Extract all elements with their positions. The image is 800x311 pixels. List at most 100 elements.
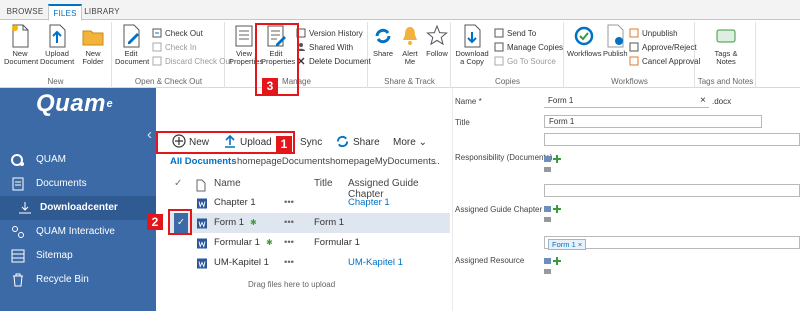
- tab-library[interactable]: LIBRARY: [84, 4, 120, 21]
- check-out-button[interactable]: Check Out: [152, 28, 203, 40]
- nav-item-downloadcenter[interactable]: Downloadcenter: [0, 196, 156, 220]
- check-in-button[interactable]: Check In: [152, 42, 197, 54]
- send-to-button[interactable]: Send To: [494, 28, 536, 40]
- new-document-button[interactable]: New Document: [4, 24, 38, 66]
- quam-icon: [11, 154, 24, 166]
- assigned-guide-input[interactable]: [544, 184, 800, 197]
- publish-label: Publish: [603, 49, 628, 58]
- send-to-label: Send To: [507, 29, 537, 38]
- ribbon-group-copies: Download a Copy Send To Manage Copies Go…: [452, 22, 564, 88]
- table-row[interactable]: Formular 1 ✱ ••• Formular 1: [170, 233, 450, 253]
- nav-label-documents: Documents: [36, 178, 87, 189]
- row-name[interactable]: Form 1: [214, 213, 244, 233]
- column-header-title[interactable]: Title: [314, 178, 333, 189]
- nav-label-downloadcenter: Downloadcenter: [40, 202, 118, 213]
- left-nav: Quamᵉ ‹ QUAM Documents Downloadcenter QU…: [0, 88, 156, 311]
- shared-with-label: Shared With: [309, 43, 354, 52]
- people-picker-icons[interactable]: [543, 153, 569, 175]
- row-chapter-link[interactable]: Chapter 1: [348, 193, 390, 213]
- delete-document-button[interactable]: Delete Document: [296, 56, 371, 68]
- sync-command-label: Sync: [300, 137, 323, 148]
- nav-item-recycle-bin[interactable]: Recycle Bin: [0, 268, 156, 292]
- title-field[interactable]: Form 1: [544, 115, 762, 128]
- tab-browse[interactable]: BROWSE: [4, 4, 46, 21]
- unpublish-icon: [629, 28, 639, 38]
- view-homepage-documents[interactable]: homepageDocuments: [237, 156, 330, 167]
- alert-me-button[interactable]: Alert Me: [397, 24, 423, 66]
- table-row-selected[interactable]: ✓ Form 1 ✱ ••• Form 1: [170, 213, 450, 233]
- more-command-label: More: [393, 137, 416, 148]
- column-header-name[interactable]: Name: [214, 178, 241, 189]
- title-field-label: Title: [455, 118, 470, 127]
- share-ribbon-button[interactable]: Share: [371, 24, 395, 58]
- view-all-documents[interactable]: All Documents: [170, 156, 237, 167]
- go-to-source-button[interactable]: Go To Source: [494, 56, 556, 68]
- folder-icon: [82, 30, 104, 46]
- tags-notes-button[interactable]: Tags & Notes: [706, 24, 746, 66]
- row-name[interactable]: Formular 1: [214, 233, 260, 253]
- row-menu-ellipsis[interactable]: •••: [284, 213, 294, 233]
- shared-with-button[interactable]: Shared With: [296, 42, 353, 54]
- cancel-approval-icon: [629, 56, 639, 66]
- nav-item-sitemap[interactable]: Sitemap: [0, 244, 156, 268]
- workflows-icon: [574, 26, 594, 46]
- drop-zone-hint[interactable]: Drag files here to upload: [248, 280, 335, 289]
- collapse-nav-icon[interactable]: ‹: [147, 126, 152, 143]
- row-menu-ellipsis[interactable]: •••: [284, 253, 294, 273]
- row-menu-ellipsis[interactable]: •••: [284, 233, 294, 253]
- share-icon: [375, 28, 391, 44]
- upload-document-button[interactable]: Upload Document: [40, 24, 74, 66]
- lookup-picker-icons[interactable]: [543, 203, 569, 225]
- group-label-open-checkout: Open & Check Out: [134, 77, 203, 86]
- row-chapter-link[interactable]: UM-Kapitel 1: [348, 253, 403, 273]
- nav-item-documents[interactable]: Documents: [0, 172, 156, 196]
- table-row[interactable]: Chapter 1 ••• Chapter 1: [170, 193, 450, 213]
- view-homepage-my-documents[interactable]: homepageMyDocuments: [330, 156, 436, 167]
- group-label-workflows: Workflows: [611, 77, 648, 86]
- approve-reject-button[interactable]: Approve/Reject: [629, 42, 697, 54]
- workflows-button[interactable]: Workflows: [567, 24, 601, 58]
- approve-reject-label: Approve/Reject: [642, 43, 697, 52]
- send-to-icon: [494, 28, 504, 38]
- manage-copies-button[interactable]: Manage Copies: [494, 42, 563, 54]
- discard-check-out-button[interactable]: Discard Check Out: [152, 56, 232, 68]
- new-item-icon: ✱: [266, 238, 273, 247]
- nav-item-quam-interactive[interactable]: QUAM Interactive: [0, 220, 156, 244]
- edit-document-button[interactable]: Edit Document: [115, 24, 149, 66]
- discard-icon: [152, 56, 162, 66]
- tags-icon: [716, 29, 736, 43]
- clear-name-icon[interactable]: ×: [700, 95, 706, 106]
- name-field[interactable]: Form 1: [544, 95, 709, 108]
- ribbon-group-share-track: Share Alert Me Follow Share & Track: [369, 22, 451, 88]
- new-folder-button[interactable]: New Folder: [78, 24, 108, 66]
- share-command-label: Share: [353, 137, 380, 148]
- new-item-icon: ✱: [250, 218, 257, 227]
- more-command-button[interactable]: More ⌄: [393, 133, 427, 153]
- follow-button[interactable]: Follow: [425, 24, 449, 58]
- tab-files[interactable]: FILES: [48, 4, 82, 21]
- upload-document-label: Upload Document: [40, 49, 75, 66]
- check-in-icon: [152, 42, 162, 52]
- row-name[interactable]: UM-Kapitel 1: [214, 253, 269, 273]
- select-all-check-icon[interactable]: ✓: [174, 178, 182, 189]
- table-row[interactable]: UM-Kapitel 1 ••• UM-Kapitel 1: [170, 253, 450, 273]
- resource-picker-icons[interactable]: [543, 255, 569, 277]
- row-name[interactable]: Chapter 1: [214, 193, 256, 213]
- responsibility-input[interactable]: [544, 133, 800, 146]
- view-more-ellipsis[interactable]: ...: [432, 156, 440, 167]
- version-history-button[interactable]: Version History: [296, 28, 363, 40]
- share-command-button[interactable]: Share: [336, 133, 380, 153]
- cancel-approval-button[interactable]: Cancel Approval: [629, 56, 700, 68]
- row-menu-ellipsis[interactable]: •••: [284, 193, 294, 213]
- publish-button[interactable]: Publish: [603, 24, 628, 58]
- download-copy-button[interactable]: Download a Copy: [454, 24, 490, 66]
- unpublish-label: Unpublish: [642, 29, 678, 38]
- callout-badge-2: 2: [147, 214, 163, 230]
- resource-tag[interactable]: Form 1 ×: [548, 239, 587, 250]
- unpublish-button[interactable]: Unpublish: [629, 28, 678, 40]
- quam-logo: Quamᵉ: [36, 90, 113, 117]
- sync-command-button[interactable]: Sync: [300, 133, 322, 153]
- workflows-label: Workflows: [567, 49, 602, 58]
- callout-box-toolbar: [156, 131, 295, 154]
- nav-item-quam[interactable]: QUAM: [0, 148, 156, 172]
